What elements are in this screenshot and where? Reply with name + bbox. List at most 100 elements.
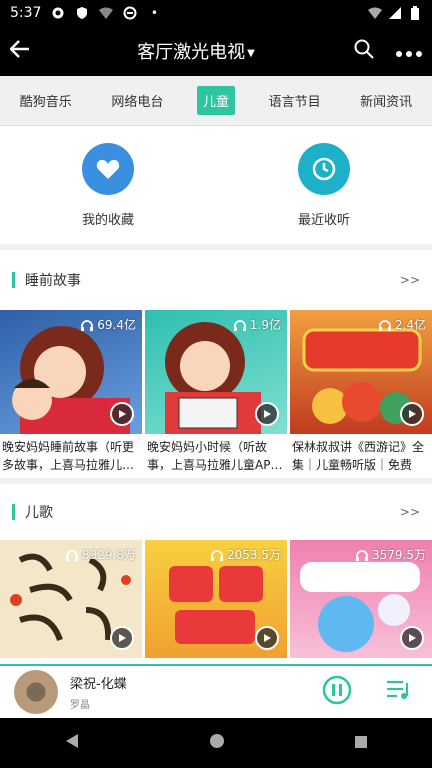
play-icon [409,634,416,642]
play-count-text: 8329.8万 [82,548,136,562]
favorites-circle [81,142,134,195]
dot-icon: • [150,6,158,20]
wifi-question-icon [99,6,114,20]
play-count-text: 69.4亿 [97,318,136,332]
triangle-back-icon [66,734,79,748]
play-count: 2053.5万 [210,546,281,563]
category-tabs: 酷狗音乐 网络电台 儿童 语言节目 新闻资讯 [0,76,432,126]
back-button[interactable] [9,39,50,64]
arrow-left-icon [9,39,29,58]
system-nav-bar [0,718,432,768]
album-card[interactable]: 69.4亿 晚安妈妈睡前故事（听更多故事，上喜马拉雅儿… [0,310,142,474]
album-card[interactable]: 1.9亿 晚安妈妈小时候（听故事，上喜马拉雅儿童AP… [145,310,287,474]
tab-children[interactable]: 儿童 [196,86,235,115]
album-card[interactable]: 2.4亿 保林叔叔讲《西游记》全集｜儿童畅听版｜免费 [290,310,432,474]
recent-label: 最近收听 [297,212,350,228]
play-count: 3579.5万 [355,546,426,563]
shield-icon [75,6,89,20]
play-button[interactable] [110,402,134,426]
section-title: 儿歌 [25,505,53,521]
clock-icon [312,157,336,180]
play-button[interactable] [255,402,279,426]
battery-icon [408,6,422,20]
search-icon [354,39,374,59]
play-count: 8329.8万 [65,546,136,563]
play-count-text: 3579.5万 [372,548,426,562]
section-more-button[interactable]: >> [400,273,420,287]
section-header-songs: 儿歌 >> [0,478,432,540]
section-header-bedtime: 睡前故事 >> [0,250,432,310]
card-row-songs: 8329.8万 2053.5万 3579.5万 [0,540,432,658]
nav-home-button[interactable] [209,733,225,753]
circle-home-icon [209,734,224,748]
status-time: 5:37 [10,5,42,21]
play-button[interactable] [400,402,424,426]
album-cover: 69.4亿 [0,310,142,434]
recent-circle [297,142,350,195]
album-title: 晚安妈妈小时候（听故事，上喜马拉雅儿童AP… [147,440,283,472]
nav-recents-button[interactable] [354,734,368,753]
now-playing-title: 梁祝-化蝶 [70,677,127,692]
album-card[interactable]: 2053.5万 [145,540,287,658]
play-button[interactable] [255,626,279,650]
favorites-button[interactable]: 我的收藏 [81,142,134,228]
section-title: 睡前故事 [25,273,81,289]
card-row-bedtime: 69.4亿 晚安妈妈睡前故事（听更多故事，上喜马拉雅儿… 1.9亿 晚安妈妈小时… [0,310,432,474]
mini-player[interactable]: 梁祝-化蝶 罗晶 [0,664,432,718]
tab-kugou-music[interactable]: 酷狗音乐 [14,87,78,114]
play-icon [409,410,416,418]
square-recents-icon [354,735,367,748]
album-title: 保林叔叔讲《西游记》全集｜儿童畅听版｜免费 [292,440,425,472]
album-title: 晚安妈妈睡前故事（听更多故事，上喜马拉雅儿… [2,440,135,472]
more-horizontal-icon [396,50,422,57]
nav-back-button[interactable] [64,733,80,753]
signal-icon [388,6,402,20]
settings-icon [51,6,65,20]
play-icon [119,410,126,418]
album-art-disc [14,670,58,714]
recent-button[interactable]: 最近收听 [297,142,350,228]
album-cover: 1.9亿 [145,310,287,434]
device-selector[interactable]: 客厅激光电视 ▼ [50,38,342,64]
playlist-icon [387,680,409,699]
wifi-off-icon [368,6,382,20]
search-button[interactable] [354,39,374,63]
album-cover: 8329.8万 [0,540,142,658]
headphones-icon [81,319,94,331]
play-count: 69.4亿 [80,316,136,333]
favorites-label: 我的收藏 [81,212,134,228]
tab-internet-radio[interactable]: 网络电台 [105,87,169,114]
play-button[interactable] [400,626,424,650]
play-button[interactable] [110,626,134,650]
album-card[interactable]: 3579.5万 [290,540,432,658]
headphones-icon [356,549,368,561]
more-options-button[interactable] [396,42,422,61]
pause-icon [322,675,352,705]
sync-icon [123,6,137,20]
play-icon [119,634,126,642]
play-count-text: 2053.5万 [227,548,281,562]
headphones-icon [211,549,223,561]
album-card[interactable]: 8329.8万 [0,540,142,658]
page-title: 客厅激光电视 [137,42,246,63]
app-bar: 客厅激光电视 ▼ [0,26,432,76]
headphones-icon [233,319,246,331]
headphones-icon [66,549,78,561]
pause-button[interactable] [322,675,352,709]
play-count-text: 1.9亿 [249,318,281,332]
quick-access: 我的收藏 最近收听 [0,126,432,250]
playlist-button[interactable] [386,679,412,705]
album-cover: 2053.5万 [145,540,287,658]
headphones-icon [378,319,391,331]
play-count: 1.9亿 [233,316,281,333]
play-icon [264,634,271,642]
tab-news[interactable]: 新闻资讯 [354,87,418,114]
section-accent-bar [12,272,15,288]
album-cover: 3579.5万 [290,540,432,658]
heart-icon [96,159,120,179]
tab-language-programs[interactable]: 语言节目 [263,87,327,114]
play-count-text: 2.4亿 [394,318,426,332]
section-more-button[interactable]: >> [400,505,420,519]
album-cover: 2.4亿 [290,310,432,434]
caret-down-icon: ▼ [247,47,255,59]
